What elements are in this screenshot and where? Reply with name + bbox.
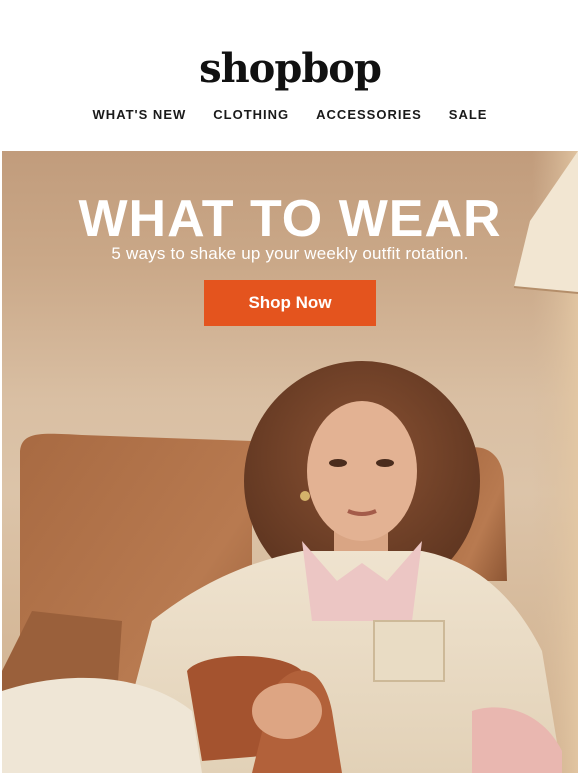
shopbop-logo[interactable]: shopbop: [2, 45, 578, 92]
email-body: shopbop WHAT'S NEW CLOTHING ACCESSORIES …: [2, 1, 578, 773]
earring: [300, 491, 310, 501]
email-header: shopbop WHAT'S NEW CLOTHING ACCESSORIES …: [2, 1, 578, 151]
shop-now-button[interactable]: Shop Now: [204, 280, 376, 326]
face: [307, 401, 417, 541]
hero-banner[interactable]: WHAT TO WEAR 5 ways to shake up your wee…: [2, 151, 578, 773]
nav-item-clothing[interactable]: CLOTHING: [213, 107, 289, 122]
hero-subtitle: 5 ways to shake up your weekly outfit ro…: [111, 244, 469, 263]
jacket-pocket: [373, 620, 445, 682]
hero-title: WHAT TO WEAR: [78, 190, 502, 248]
hand: [252, 683, 322, 739]
top-nav: WHAT'S NEW CLOTHING ACCESSORIES SALE: [2, 107, 578, 122]
nav-item-accessories[interactable]: ACCESSORIES: [316, 107, 422, 122]
nav-item-whats-new[interactable]: WHAT'S NEW: [93, 107, 187, 122]
nav-item-sale[interactable]: SALE: [449, 107, 488, 122]
